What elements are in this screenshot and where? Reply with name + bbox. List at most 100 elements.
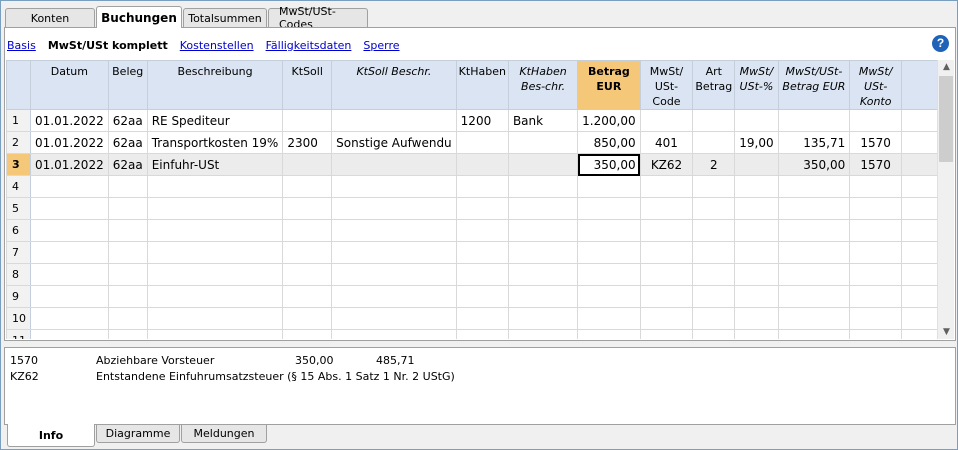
row-number[interactable]: 3 [6,153,31,176]
table-row[interactable]: 4 [6,175,938,198]
table-cell[interactable]: 62aa [107,109,148,132]
table-cell[interactable] [777,263,851,286]
table-cell[interactable] [107,219,148,242]
table-cell[interactable]: 350,00 [577,153,641,176]
table-cell[interactable] [639,219,694,242]
tab-buchungen[interactable]: Buchungen [96,6,182,28]
table-cell[interactable] [107,197,148,220]
table-cell[interactable] [577,307,641,330]
table-cell[interactable]: Bank [507,109,579,132]
table-cell[interactable] [146,263,284,286]
vertical-scrollbar[interactable]: ▲ ▼ [937,60,954,339]
row-number[interactable]: 6 [6,219,31,242]
table-cell[interactable] [30,307,109,330]
table-cell[interactable]: Transportkosten 19% [146,131,284,154]
table-cell[interactable]: 1570 [849,153,903,176]
table-cell[interactable] [577,263,641,286]
table-cell[interactable] [849,285,903,308]
table-cell[interactable] [734,197,779,220]
table-cell[interactable] [455,175,509,198]
table-cell[interactable] [507,329,579,339]
table-cell[interactable] [639,263,694,286]
table-cell[interactable] [692,285,736,308]
table-cell[interactable] [282,219,333,242]
table-cell[interactable] [901,175,938,198]
table-cell[interactable] [107,175,148,198]
row-number[interactable]: 8 [6,263,31,286]
view-mwst-ust-komplett[interactable]: MwSt/USt komplett [48,39,168,52]
table-cell[interactable] [331,109,457,132]
table-cell[interactable] [146,175,284,198]
table-cell[interactable] [455,197,509,220]
table-cell[interactable] [777,285,851,308]
table-cell[interactable] [577,197,641,220]
table-cell[interactable] [107,241,148,264]
column-header[interactable]: MwSt/ USt-Code [639,60,694,110]
table-cell[interactable] [901,219,938,242]
table-cell[interactable] [777,175,851,198]
table-cell[interactable] [455,153,509,176]
row-number[interactable]: 9 [6,285,31,308]
row-number[interactable]: 7 [6,241,31,264]
table-cell[interactable] [507,153,579,176]
row-number[interactable]: 10 [6,307,31,330]
table-cell[interactable] [30,175,109,198]
table-cell[interactable] [692,197,736,220]
table-cell[interactable] [734,153,779,176]
column-header[interactable]: KtHaben Bes-chr. [507,60,579,110]
table-row[interactable]: 8 [6,263,938,286]
table-cell[interactable]: 01.01.2022 [30,153,109,176]
table-cell[interactable] [849,175,903,198]
table-cell[interactable] [692,175,736,198]
table-cell[interactable] [331,329,457,339]
table-cell[interactable] [734,175,779,198]
table-cell[interactable] [282,329,333,339]
table-row[interactable]: 3 01.01.2022 62aa Einfuhr-USt 350,00 KZ62 2 350… [6,153,938,176]
table-cell[interactable] [901,241,938,264]
table-cell[interactable] [455,131,509,154]
view-kostenstellen[interactable]: Kostenstellen [180,39,254,52]
table-cell[interactable]: 401 [639,131,694,154]
table-cell[interactable] [734,219,779,242]
table-cell[interactable] [507,131,579,154]
column-header[interactable] [6,60,31,110]
table-cell[interactable] [30,285,109,308]
table-cell[interactable] [507,219,579,242]
table-cell[interactable]: 2 [692,153,736,176]
table-cell[interactable] [692,109,736,132]
table-cell[interactable]: 350,00 [777,153,851,176]
table-cell[interactable] [849,263,903,286]
row-number[interactable]: 4 [6,175,31,198]
view-basis[interactable]: Basis [7,39,36,52]
table-cell[interactable] [849,307,903,330]
column-header[interactable]: Betrag EUR [577,60,641,110]
table-row[interactable]: 7 [6,241,938,264]
table-cell[interactable] [282,197,333,220]
table-cell[interactable] [734,307,779,330]
column-header[interactable]: MwSt/ USt-Konto [849,60,903,110]
table-cell[interactable] [30,219,109,242]
table-cell[interactable] [282,109,333,132]
table-cell[interactable]: RE Spediteur [146,109,284,132]
table-row[interactable]: 6 [6,219,938,242]
table-cell[interactable] [146,241,284,264]
table-cell[interactable] [577,219,641,242]
table-cell[interactable] [777,307,851,330]
table-cell[interactable] [282,153,333,176]
column-header[interactable]: MwSt/USt-Betrag EUR [777,60,851,110]
table-cell[interactable] [331,307,457,330]
table-row[interactable]: 10 [6,307,938,330]
scrollbar-thumb[interactable] [939,76,953,162]
table-cell[interactable] [107,285,148,308]
table-cell[interactable] [849,329,903,339]
column-header[interactable]: KtSoll [282,60,333,110]
table-cell[interactable]: 01.01.2022 [30,109,109,132]
table-cell[interactable]: 2300 [282,131,333,154]
table-row[interactable]: 9 [6,285,938,308]
table-cell[interactable] [507,285,579,308]
table-cell[interactable] [734,241,779,264]
table-cell[interactable] [734,285,779,308]
row-number[interactable]: 1 [6,109,31,132]
column-header[interactable]: Beschreibung [146,60,284,110]
table-cell[interactable] [507,197,579,220]
